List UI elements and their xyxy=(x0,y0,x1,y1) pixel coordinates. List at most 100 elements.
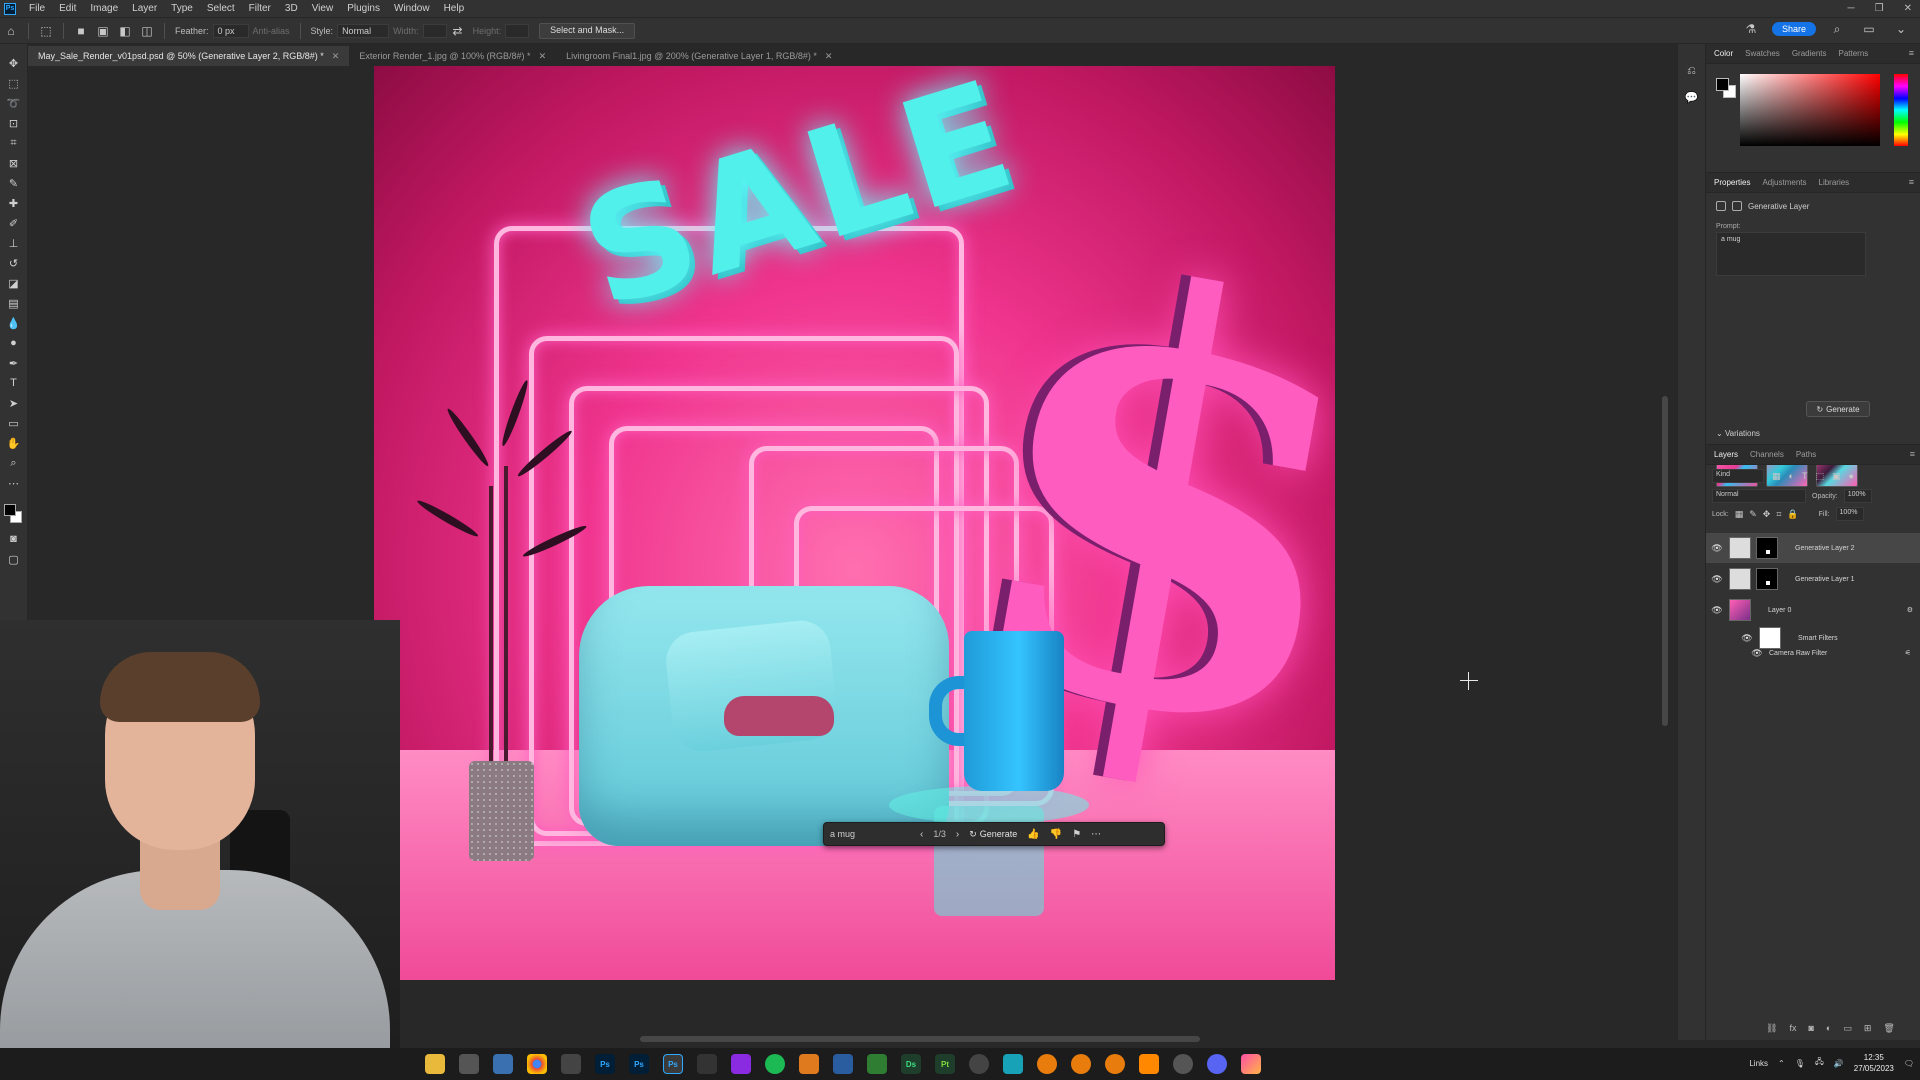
type-tool-icon[interactable]: T xyxy=(7,376,21,390)
flag-icon[interactable]: ⚑ xyxy=(1072,829,1081,840)
delete-layer-icon[interactable]: 🗑 xyxy=(1883,1023,1894,1034)
beaker-icon[interactable]: ⚗ xyxy=(1744,22,1758,36)
chrome-icon[interactable] xyxy=(527,1054,547,1074)
marquee-tool-icon[interactable]: ⬚ xyxy=(7,76,21,90)
calculator-icon[interactable] xyxy=(493,1054,513,1074)
tab-layers[interactable]: Layers xyxy=(1714,450,1738,459)
chevron-down-icon[interactable]: ⌄ xyxy=(1894,22,1908,36)
brush-tool-icon[interactable]: ✐ xyxy=(7,216,21,230)
restore-icon[interactable]: ❐ xyxy=(1875,3,1884,14)
spotify-icon[interactable] xyxy=(765,1054,785,1074)
menu-layer[interactable]: Layer xyxy=(125,3,164,14)
lock-artboard-icon[interactable]: ⌗ xyxy=(1776,509,1781,520)
antialias-checkbox[interactable]: Anti-alias xyxy=(253,26,290,36)
swap-icon[interactable]: ⇄ xyxy=(451,24,465,38)
width-input[interactable] xyxy=(422,23,447,38)
path-selection-tool-icon[interactable]: ➤ xyxy=(7,396,21,410)
height-input[interactable] xyxy=(505,23,530,38)
filter-smart-object-icon[interactable]: ▣ xyxy=(1832,471,1841,482)
zoom-tool-icon[interactable]: ⌕ xyxy=(7,456,21,470)
clone-stamp-tool-icon[interactable]: ⊥ xyxy=(7,236,21,250)
link-layers-icon[interactable]: ⛓ xyxy=(1766,1023,1777,1034)
pen-tool-icon[interactable]: ✒ xyxy=(7,356,21,370)
links-toolbar[interactable]: Links xyxy=(1749,1059,1768,1068)
foreground-background-swatches[interactable] xyxy=(3,504,24,526)
menu-plugins[interactable]: Plugins xyxy=(340,3,387,14)
tab-properties[interactable]: Properties xyxy=(1714,178,1750,187)
thumbs-up-icon[interactable]: 👍 xyxy=(1027,829,1039,840)
hand-tool-icon[interactable]: ✋ xyxy=(7,436,21,450)
app-icon[interactable] xyxy=(867,1054,887,1074)
history-brush-tool-icon[interactable]: ↺ xyxy=(7,256,21,270)
menu-select[interactable]: Select xyxy=(200,3,242,14)
tab-libraries[interactable]: Libraries xyxy=(1819,178,1850,187)
menu-filter[interactable]: Filter xyxy=(242,3,278,14)
menu-help[interactable]: Help xyxy=(437,3,472,14)
feather-input[interactable]: 0 px xyxy=(212,23,249,38)
frame-tool-icon[interactable]: ⊠ xyxy=(7,156,21,170)
layer-mask-thumbnail[interactable] xyxy=(1756,537,1778,559)
add-mask-icon[interactable]: ◙ xyxy=(1808,1023,1813,1034)
thumbs-down-icon[interactable]: 👎 xyxy=(1050,829,1062,840)
tab-gradients[interactable]: Gradients xyxy=(1792,49,1827,58)
layer-name[interactable]: Generative Layer 1 xyxy=(1795,576,1855,583)
file-explorer-icon[interactable] xyxy=(425,1054,445,1074)
adjustment-layer-icon[interactable]: ◐ xyxy=(1826,1023,1831,1034)
scrollbar-thumb[interactable] xyxy=(640,1036,1200,1042)
app-icon[interactable] xyxy=(969,1054,989,1074)
menu-view[interactable]: View xyxy=(305,3,341,14)
discord-icon[interactable] xyxy=(1207,1054,1227,1074)
photoshop-icon[interactable]: Ps xyxy=(663,1054,683,1074)
chevron-left-icon[interactable]: ‹ xyxy=(920,829,923,840)
select-and-mask-button[interactable]: Select and Mask... xyxy=(539,22,636,39)
lock-all-icon[interactable]: 🔒 xyxy=(1787,509,1798,520)
share-button[interactable]: Share xyxy=(1771,22,1816,36)
vertical-scrollbar[interactable] xyxy=(1660,66,1670,1040)
generate-button[interactable]: ↻ Generate xyxy=(969,829,1017,840)
app-icon[interactable] xyxy=(799,1054,819,1074)
eyedropper-tool-icon[interactable]: ✎ xyxy=(7,176,21,190)
variations-header[interactable]: ⌄ Variations xyxy=(1716,429,1760,438)
filter-adjustment-icon[interactable]: ◐ xyxy=(1789,471,1794,481)
kind-filter-select[interactable]: Kind xyxy=(1712,469,1764,483)
foreground-color-swatch[interactable] xyxy=(3,504,16,516)
lasso-tool-icon[interactable]: ➰ xyxy=(7,96,21,110)
comments-panel-icon[interactable]: 💬 xyxy=(1685,90,1699,104)
filter-toggle-icon[interactable]: ● xyxy=(1848,471,1853,481)
dodge-tool-icon[interactable]: ● xyxy=(7,336,21,350)
new-selection-icon[interactable]: ■ xyxy=(74,24,88,38)
layer-row-generative-layer-1[interactable]: 👁 Generative Layer 1 xyxy=(1706,564,1920,594)
more-tools-icon[interactable]: ⋯ xyxy=(7,476,21,490)
layer-mask-thumbnail[interactable] xyxy=(1756,568,1778,590)
photoshop-icon[interactable]: Ps xyxy=(629,1054,649,1074)
healing-brush-tool-icon[interactable]: ✚ xyxy=(7,196,21,210)
blue-mug[interactable] xyxy=(964,631,1064,791)
tab-exterior-render[interactable]: Exterior Render_1.jpg @ 100% (RGB/8#) * … xyxy=(349,46,556,66)
visibility-eye-icon[interactable]: 👁 xyxy=(1740,633,1754,644)
app-icon[interactable] xyxy=(1241,1054,1261,1074)
visibility-eye-icon[interactable]: 👁 xyxy=(1710,543,1724,554)
blur-tool-icon[interactable]: 💧 xyxy=(7,316,21,330)
menu-image[interactable]: Image xyxy=(83,3,125,14)
tab-channels[interactable]: Channels xyxy=(1750,450,1784,459)
menu-3d[interactable]: 3D xyxy=(278,3,305,14)
horizontal-scrollbar[interactable] xyxy=(400,1036,1660,1042)
close-icon[interactable]: ✕ xyxy=(332,51,340,62)
rectangle-tool-icon[interactable]: ▭ xyxy=(7,416,21,430)
prompt-input[interactable]: a mug xyxy=(830,829,910,839)
prompt-textarea[interactable]: a mug xyxy=(1716,232,1866,276)
new-group-icon[interactable]: ▭ xyxy=(1843,1023,1852,1034)
layer-name[interactable]: Layer 0 xyxy=(1768,607,1791,614)
tab-color[interactable]: Color xyxy=(1714,49,1733,58)
lock-position-icon[interactable]: ✥ xyxy=(1763,509,1771,520)
tab-may-sale-render[interactable]: May_Sale_Render_v01psd.psd @ 50% (Genera… xyxy=(28,46,350,66)
close-icon[interactable]: ✕ xyxy=(825,51,833,62)
filter-shape-icon[interactable]: ⬚ xyxy=(1815,471,1824,482)
menu-edit[interactable]: Edit xyxy=(52,3,83,14)
app-icon[interactable] xyxy=(697,1054,717,1074)
lock-pixels-icon[interactable]: ✎ xyxy=(1749,509,1757,520)
new-layer-icon[interactable]: ⊞ xyxy=(1864,1023,1872,1034)
blender-icon[interactable] xyxy=(1037,1054,1057,1074)
history-panel-icon[interactable]: ⎌ xyxy=(1685,64,1699,78)
chevron-right-icon[interactable]: › xyxy=(956,829,959,840)
